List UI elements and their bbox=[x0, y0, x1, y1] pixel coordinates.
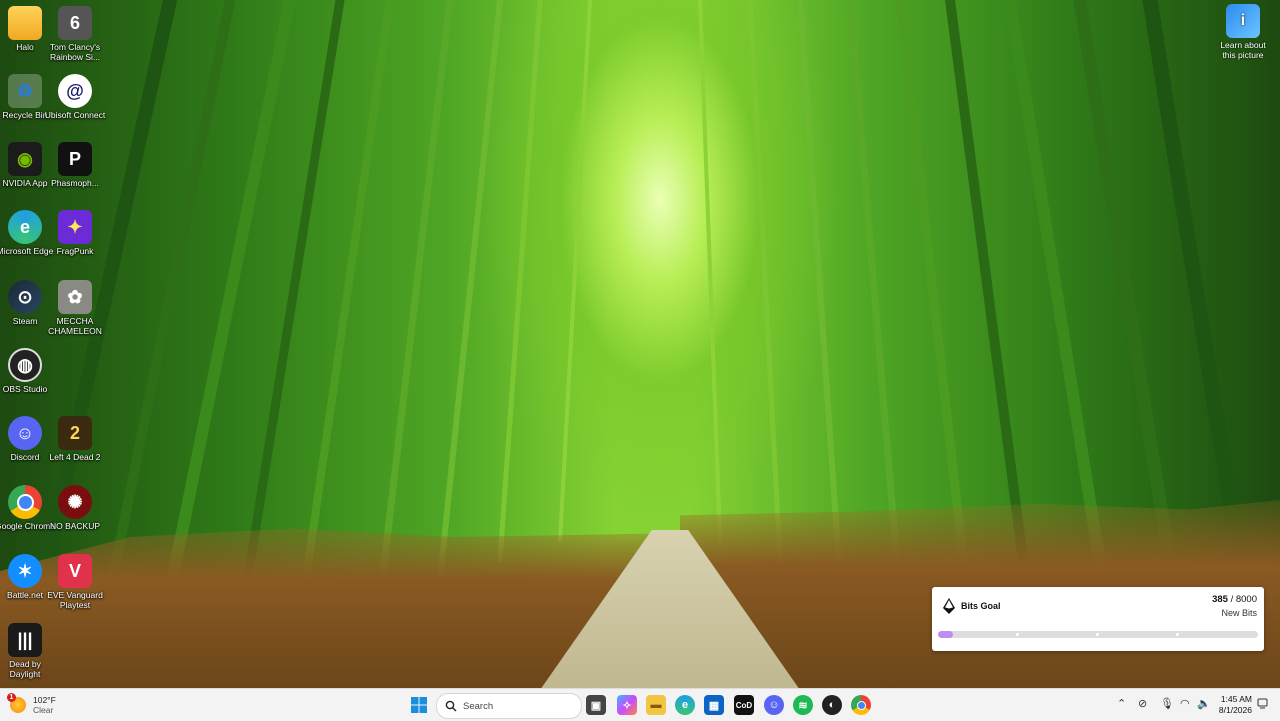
clock-date: 8/1/2026 bbox=[1218, 705, 1252, 715]
desktop-icon-label: Ubisoft Connect bbox=[44, 110, 106, 120]
clock-time: 1:45 AM bbox=[1220, 694, 1252, 704]
left4dead2-icon: 2 bbox=[58, 416, 92, 450]
desktop-icon-eve-vanguard[interactable]: V EVE Vanguard Playtest bbox=[44, 554, 106, 610]
rainbow-six-icon: 6 bbox=[58, 6, 92, 40]
desktop-icon-label: Phasmoph... bbox=[51, 178, 99, 188]
learn-about-picture[interactable]: i Learn about this picture bbox=[1214, 4, 1272, 60]
network-icon[interactable]: ⊘ bbox=[1138, 697, 1147, 710]
fragpunk-icon: ✦ bbox=[58, 210, 92, 244]
learn-about-picture-label: Learn about this picture bbox=[1220, 40, 1266, 60]
phasmophobia-icon: P bbox=[58, 142, 92, 176]
desktop-wallpaper bbox=[0, 0, 1280, 688]
ubisoft-icon: @ bbox=[58, 74, 92, 108]
desktop-icon-label: OBS Studio bbox=[2, 384, 48, 394]
desktop-icon-label: MECCHA CHAMELEON bbox=[48, 316, 102, 336]
desktop-icon-label: NO BACKUP bbox=[49, 521, 101, 531]
desktop-icon-label: Dead by Daylight bbox=[9, 659, 41, 679]
eve-vanguard-icon: V bbox=[58, 554, 92, 588]
desktop-icon-label: EVE Vanguard Playtest bbox=[47, 590, 103, 610]
start-button[interactable] bbox=[409, 695, 429, 715]
bits-goal-widget: Bits Goal 385 / 8000 New Bits bbox=[932, 587, 1264, 651]
meccha-chameleon-icon: ✿ bbox=[58, 280, 92, 314]
bits-separator: / bbox=[1227, 594, 1236, 605]
bits-goal-target: 8000 bbox=[1235, 594, 1257, 605]
weather-text: 102°F Clear bbox=[33, 695, 56, 715]
desktop-icon-left4dead2[interactable]: 2 Left 4 Dead 2 bbox=[44, 416, 106, 462]
edge-taskbar-icon[interactable]: e bbox=[675, 695, 695, 715]
microsoft-store-icon[interactable]: ▦ bbox=[704, 695, 724, 715]
bits-progress-fill bbox=[938, 631, 954, 638]
bits-goal-count: 385 / 8000 bbox=[1212, 594, 1257, 605]
desktop-icon-label: Left 4 Dead 2 bbox=[49, 452, 101, 462]
folder-icon bbox=[8, 6, 42, 40]
desktop-icon-dead-by-daylight[interactable]: ||| Dead by Daylight bbox=[0, 623, 56, 679]
chrome-taskbar-icon[interactable] bbox=[851, 695, 871, 715]
nvidia-icon: ◉ bbox=[8, 142, 42, 176]
taskbar-clock[interactable]: 1:45 AM 8/1/2026 bbox=[1212, 694, 1252, 716]
desktop-icon-rainbow-six[interactable]: 6 Tom Clancy's Rainbow Si... bbox=[44, 6, 106, 62]
bits-unit-label: New Bits bbox=[1221, 608, 1257, 618]
spotify-icon[interactable]: ≋ bbox=[793, 695, 813, 715]
desktop-icon-ubisoft[interactable]: @ Ubisoft Connect bbox=[44, 74, 106, 120]
desktop-icon-label: FragPunk bbox=[56, 246, 94, 256]
search-placeholder: Search bbox=[463, 700, 494, 712]
desktop-icon-meccha-chameleon[interactable]: ✿ MECCHA CHAMELEON bbox=[44, 280, 106, 336]
file-explorer-icon[interactable]: ▬ bbox=[646, 695, 666, 715]
weather-temp: 102°F bbox=[33, 695, 56, 705]
wifi-icon[interactable]: ◠ bbox=[1180, 697, 1190, 710]
recycle-bin-icon: ♻ bbox=[8, 74, 42, 108]
discord-taskbar-icon[interactable]: ☺ bbox=[764, 695, 784, 715]
volume-icon[interactable]: 🔈 bbox=[1197, 697, 1211, 710]
windows-logo-icon bbox=[411, 697, 427, 713]
sun-icon: 1 bbox=[7, 693, 26, 713]
dead-by-daylight-icon: ||| bbox=[8, 623, 42, 657]
battlenet-icon: ✶ bbox=[8, 554, 42, 588]
notification-bell-icon[interactable] bbox=[1257, 698, 1268, 709]
desktop-icon-fragpunk[interactable]: ✦ FragPunk bbox=[44, 210, 106, 256]
bits-current: 385 bbox=[1212, 594, 1228, 605]
chrome-icon bbox=[8, 485, 42, 519]
edge-icon: e bbox=[8, 210, 42, 244]
progress-tick bbox=[1016, 633, 1019, 636]
desktop-icon-obs[interactable]: ◍ OBS Studio bbox=[0, 348, 56, 394]
steam-icon: ⊙ bbox=[8, 280, 42, 314]
taskbar-search[interactable]: Search bbox=[436, 693, 582, 719]
desktop-icon-label: Tom Clancy's Rainbow Si... bbox=[49, 42, 101, 62]
search-icon bbox=[445, 700, 457, 712]
call-of-duty-icon[interactable]: CoD bbox=[734, 695, 754, 715]
bits-progress-bar bbox=[938, 631, 1258, 638]
bits-gem-icon bbox=[943, 598, 955, 614]
desktop-icon-no-backup[interactable]: ✺ NO BACKUP bbox=[44, 485, 106, 531]
no-backup-icon: ✺ bbox=[58, 485, 92, 519]
weather-widget[interactable]: 1 102°F Clear bbox=[7, 693, 56, 717]
weather-condition: Clear bbox=[33, 705, 54, 715]
weather-alert-badge: 1 bbox=[7, 693, 16, 702]
show-hidden-icons-chevron-up-icon[interactable]: ⌃ bbox=[1117, 697, 1126, 710]
desktop-icon-phasmophobia[interactable]: P Phasmoph... bbox=[44, 142, 106, 188]
copilot-icon[interactable]: ✧ bbox=[617, 695, 637, 715]
obs-icon: ◍ bbox=[8, 348, 42, 382]
discord-icon: ☺ bbox=[8, 416, 42, 450]
progress-tick bbox=[1176, 633, 1179, 636]
task-view-icon[interactable]: ▣ bbox=[586, 695, 606, 715]
app-taskbar-icon[interactable]: ◐ bbox=[822, 695, 842, 715]
bits-goal-title: Bits Goal bbox=[961, 601, 1001, 611]
progress-tick bbox=[1096, 633, 1099, 636]
taskbar: 1 102°F Clear Search ▣ ✧ ▬ e ▦ CoD ☺ ≋ ◐… bbox=[0, 688, 1280, 721]
microphone-icon[interactable]: 🎙 bbox=[1160, 697, 1174, 710]
learn-about-picture-icon: i bbox=[1226, 4, 1260, 38]
